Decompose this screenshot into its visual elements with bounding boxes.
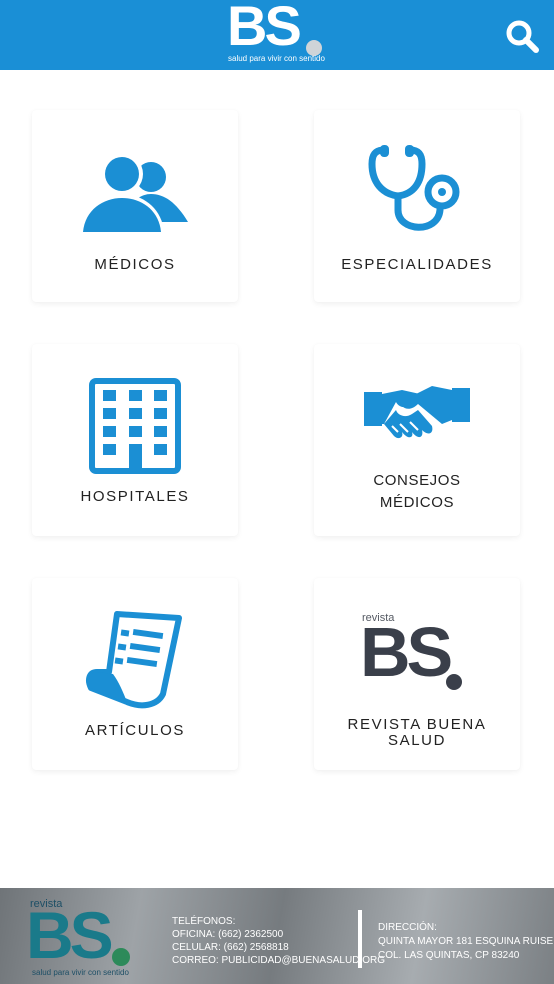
doctors-icon — [80, 153, 188, 232]
footer-banner: revista BS salud para vivir con sentido … — [0, 888, 554, 984]
bs-logo[interactable]: BS salud para vivir con sentido — [222, 0, 334, 70]
tile-label: ARTÍCULOS — [85, 722, 185, 739]
tile-especialidades[interactable]: ESPECIALIDADES — [314, 110, 520, 302]
tile-label-line2: MÉDICOS — [379, 494, 455, 511]
logo-text: BS — [227, 0, 302, 57]
tile-consejos-medicos[interactable]: CONSEJOS MÉDICOS — [314, 344, 520, 536]
footer-bs-logo: BS — [26, 898, 114, 972]
tile-label-line1: CONSEJOS — [373, 472, 461, 489]
tile-label-line2: SALUD — [387, 732, 447, 749]
tile-label: ESPECIALIDADES — [341, 256, 493, 273]
revista-bs-text: BS — [360, 613, 453, 691]
footer-telefonos-label: TELÉFONOS: — [172, 916, 236, 927]
tile-label: HOSPITALES — [80, 488, 190, 505]
revista-bs-dot — [446, 674, 462, 690]
search-icon — [506, 20, 539, 53]
tile-revista-buena-salud[interactable]: revista BS REVISTA BUENA SALUD — [314, 578, 520, 770]
stethoscope-icon — [368, 145, 460, 231]
tile-articulos[interactable]: ARTÍCULOS — [32, 578, 238, 770]
footer-direccion-label: DIRECCIÓN: — [378, 922, 437, 933]
footer-divider — [358, 910, 362, 968]
logo-tagline: salud para vivir con sentido — [228, 54, 325, 63]
footer-tagline: salud para vivir con sentido — [32, 968, 129, 977]
revista-bs-logo: revista BS — [360, 612, 480, 692]
app-header: BS salud para vivir con sentido — [0, 0, 554, 70]
footer-direccion-line2: COL. LAS QUINTAS, CP 83240 — [378, 950, 520, 961]
handshake-icon — [364, 386, 470, 439]
tile-label: MÉDICOS — [94, 256, 176, 273]
tile-medicos[interactable]: MÉDICOS — [32, 110, 238, 302]
footer-celular: CELULAR: (662) 2568818 — [172, 942, 289, 953]
article-scroll-icon — [86, 611, 182, 709]
search-button[interactable] — [502, 16, 542, 56]
footer-direccion-line1: QUINTA MAYOR 181 ESQUINA RUISEÑOR, — [378, 936, 554, 947]
footer-correo: CORREO: PUBLICIDAD@BUENASALUD.ORG — [172, 955, 385, 966]
footer-logo-dot — [112, 948, 130, 966]
tile-hospitales[interactable]: HOSPITALES — [32, 344, 238, 536]
footer-oficina: OFICINA: (662) 2362500 — [172, 929, 284, 940]
hospital-building-icon — [89, 378, 181, 474]
